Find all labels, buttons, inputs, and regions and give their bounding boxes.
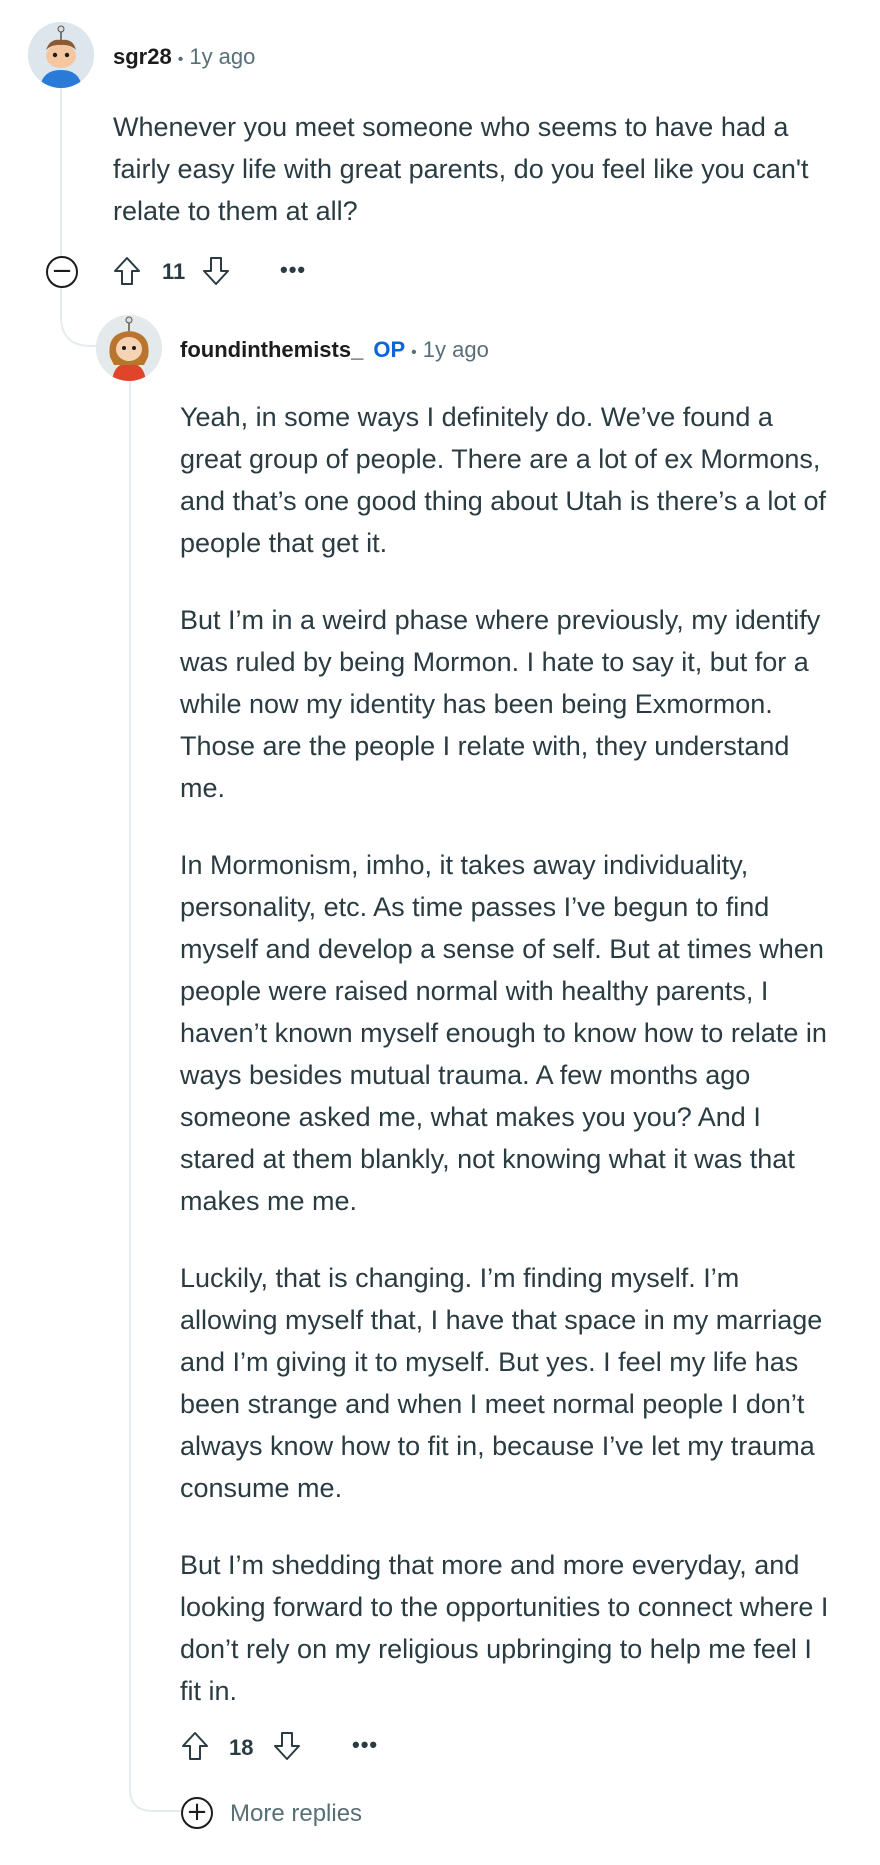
separator-dot: • [177, 51, 184, 68]
upvote-arrow-icon [182, 1732, 208, 1760]
comment-paragraph: But I’m shedding that more and more ever… [180, 1550, 829, 1706]
timestamp[interactable]: 1y ago [189, 44, 255, 69]
upvote-button[interactable] [178, 1729, 212, 1763]
upvote-button[interactable] [110, 254, 144, 288]
more-options-button[interactable]: ••• [280, 257, 306, 283]
comment-body: Yeah, in some ways I definitely do. We’v… [180, 396, 840, 1747]
thread-connector-reply [129, 1775, 181, 1812]
separator-dot: • [411, 344, 417, 361]
op-badge: OP [373, 337, 406, 362]
comment-paragraph: In Mormonism, imho, it takes away indivi… [180, 850, 827, 1216]
timestamp[interactable]: 1y ago [423, 337, 489, 362]
comment-paragraph: Luckily, that is changing. I’m finding m… [180, 1263, 823, 1503]
thread-line-root [60, 86, 62, 266]
downvote-arrow-icon [274, 1732, 300, 1760]
thread-line-reply [129, 360, 131, 1785]
downvote-button[interactable] [270, 1729, 304, 1763]
collapse-button[interactable]: − [46, 256, 78, 288]
comment-paragraph: Whenever you meet someone who seems to h… [113, 112, 809, 226]
comment-body: Whenever you meet someone who seems to h… [113, 106, 843, 267]
avatar[interactable] [96, 315, 162, 381]
snoo-avatar-blue-icon [28, 22, 94, 88]
username[interactable]: sgr28 [113, 44, 172, 69]
vote-count: 11 [162, 259, 186, 284]
more-options-button[interactable]: ••• [352, 1732, 378, 1758]
expand-replies-button[interactable]: + [181, 1797, 213, 1829]
snoo-avatar-red-hair-icon [96, 315, 162, 381]
vote-count: 18 [229, 1735, 254, 1760]
comment-header: sgr28 • 1y ago [113, 44, 255, 70]
comment-header: foundinthemists_ OP • 1y ago [180, 337, 489, 363]
comment-paragraph: Yeah, in some ways I definitely do. We’v… [180, 402, 826, 558]
username[interactable]: foundinthemists_ [180, 337, 363, 362]
minus-icon: − [51, 256, 73, 286]
downvote-button[interactable] [199, 254, 233, 288]
downvote-arrow-icon [203, 257, 229, 285]
avatar[interactable] [28, 22, 94, 88]
upvote-arrow-icon [114, 257, 140, 285]
thread-connector-root [60, 282, 100, 347]
plus-icon: + [186, 1797, 208, 1827]
more-replies-link[interactable]: More replies [230, 1800, 362, 1828]
comment-paragraph: But I’m in a weird phase where previousl… [180, 605, 821, 803]
